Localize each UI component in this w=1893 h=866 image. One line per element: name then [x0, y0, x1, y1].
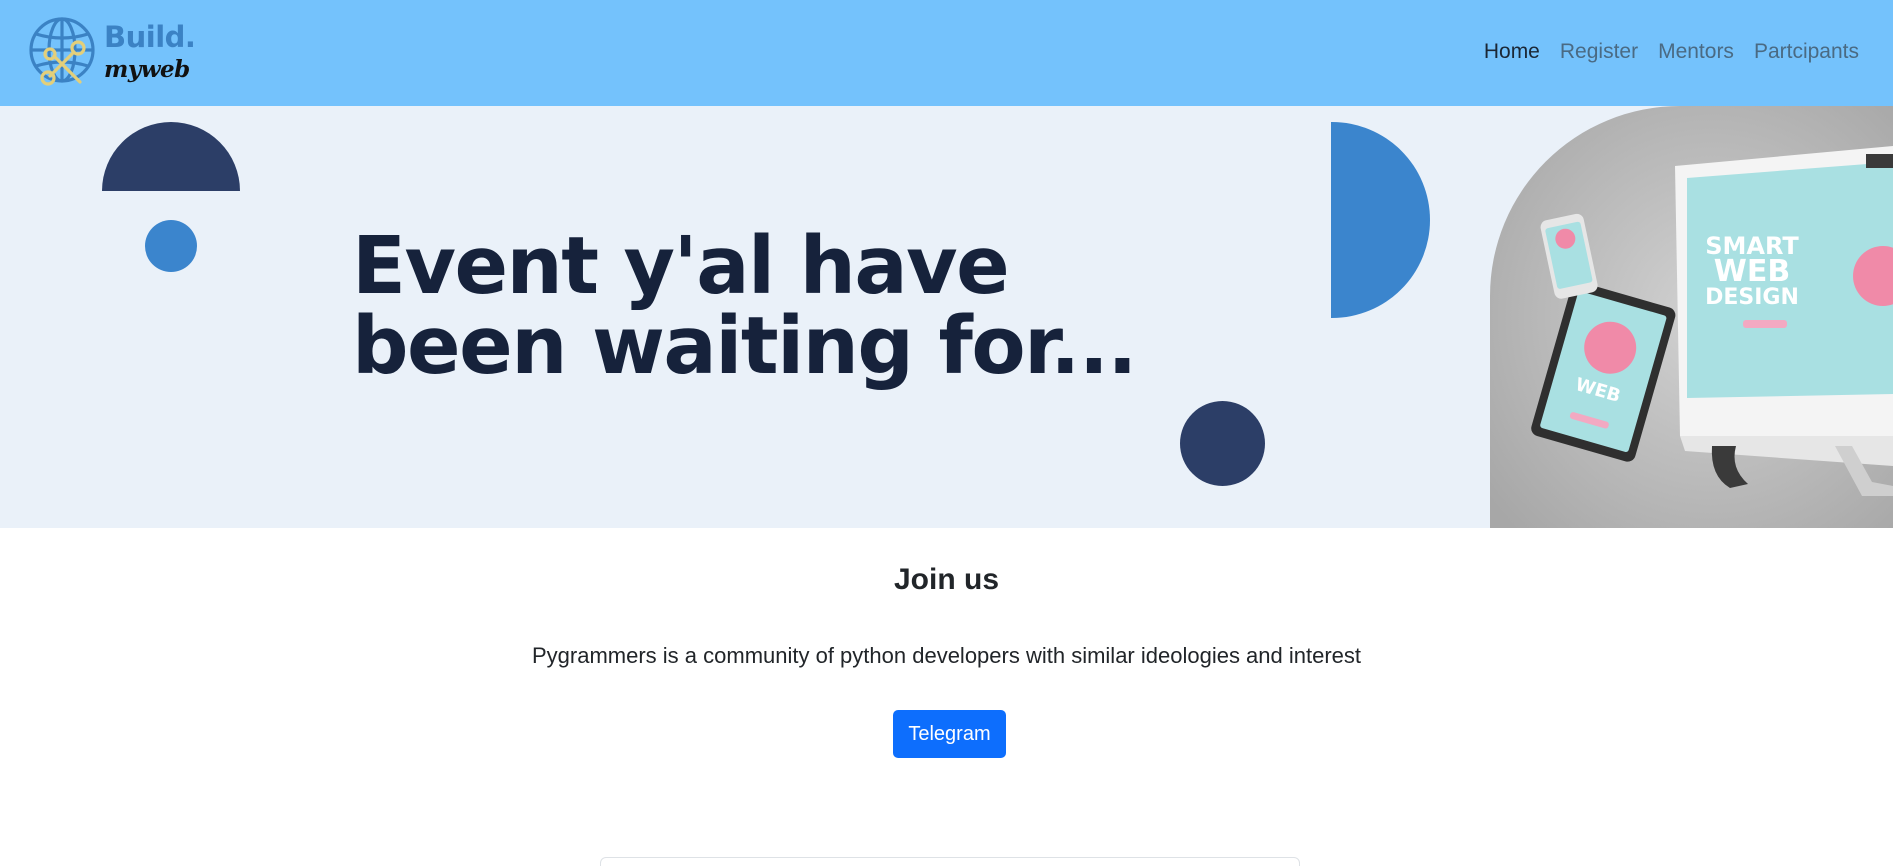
- decorative-dot-dark: [1180, 401, 1265, 486]
- devices-illustration: SMART WEB DESIGN WEB: [1490, 106, 1893, 528]
- hero-banner: Event y'al have been waiting for... SMAR…: [0, 106, 1893, 528]
- section-title: Join us: [893, 563, 999, 596]
- navbar: Build. myweb Home Register Mentors Partc…: [0, 0, 1893, 106]
- svg-text:WEB: WEB: [1714, 254, 1790, 289]
- section-description: Pygrammers is a community of python deve…: [531, 643, 1362, 668]
- monitor-graphic: SMART WEB DESIGN: [1675, 146, 1893, 496]
- nav-link-home[interactable]: Home: [1484, 40, 1540, 64]
- decorative-dot: [145, 220, 197, 272]
- telegram-button[interactable]: Telegram: [893, 710, 1006, 758]
- nav-link-mentors[interactable]: Mentors: [1658, 40, 1734, 64]
- svg-text:DESIGN: DESIGN: [1705, 285, 1799, 310]
- nav-link-register[interactable]: Register: [1560, 40, 1638, 64]
- card: [600, 857, 1300, 866]
- nav-menu: Home Register Mentors Partcipants: [1484, 40, 1859, 64]
- decorative-half-circle: [102, 122, 240, 191]
- decorative-half-circle-right: [1331, 122, 1430, 318]
- hero-title: Event y'al have been waiting for...: [352, 226, 1137, 386]
- globe-wrench-icon: [29, 17, 95, 86]
- nav-link-participants[interactable]: Partcipants: [1754, 40, 1859, 64]
- brand-name-line1: Build.: [104, 20, 196, 54]
- brand-name-line2: myweb: [104, 56, 190, 83]
- hero-title-line2: been waiting for...: [352, 300, 1137, 392]
- brand-logo[interactable]: Build. myweb: [28, 14, 196, 92]
- hero-title-line1: Event y'al have: [352, 220, 1010, 312]
